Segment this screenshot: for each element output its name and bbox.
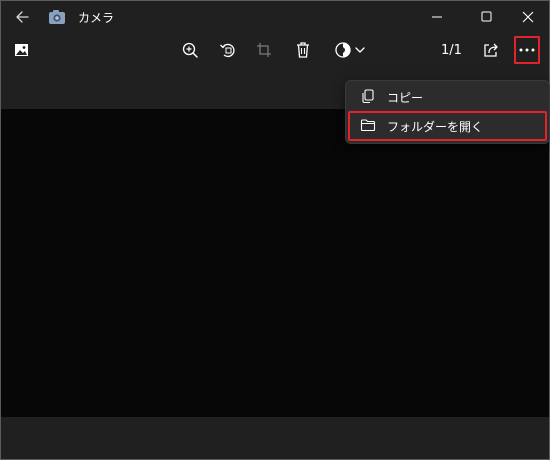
minimize-button[interactable] [425,6,449,28]
maximize-button[interactable] [474,6,498,28]
more-options-menu: コピー フォルダーを開く [345,80,550,144]
menu-item-label: コピー [387,91,424,105]
rotate-button[interactable] [217,39,239,61]
toolbar: 1/1 [1,33,549,67]
menu-item-copy[interactable]: コピー [348,82,547,110]
photo-counter: 1/1 [441,43,462,58]
app-title: カメラ [78,11,115,25]
copy-icon [360,88,376,104]
highlight-box [348,111,547,141]
share-icon [480,39,502,61]
share-button[interactable] [480,39,502,61]
zoom-in-button[interactable] [179,39,201,61]
arrow-left-icon [13,8,33,26]
more-icon [516,38,538,62]
image-thumbnail-button[interactable] [11,39,33,61]
rotate-icon [217,39,239,61]
photo-viewer-area[interactable] [1,109,549,417]
close-button[interactable] [516,6,540,28]
zoom-in-icon [179,39,201,61]
close-icon [516,6,540,28]
back-button[interactable] [13,8,33,26]
crop-icon [253,39,275,61]
trash-icon [292,39,314,61]
maximize-icon [474,6,498,28]
minimize-icon [425,6,449,28]
delete-button[interactable] [292,39,314,61]
crop-button[interactable] [253,39,275,61]
edit-button[interactable] [333,39,369,61]
app-window: カメラ 1/1 コピー フォルダーを開く [0,0,550,460]
more-button[interactable] [514,36,540,64]
edit-icon [333,39,369,61]
image-icon [11,39,33,61]
title-bar: カメラ [1,1,549,33]
camera-icon [48,9,66,25]
